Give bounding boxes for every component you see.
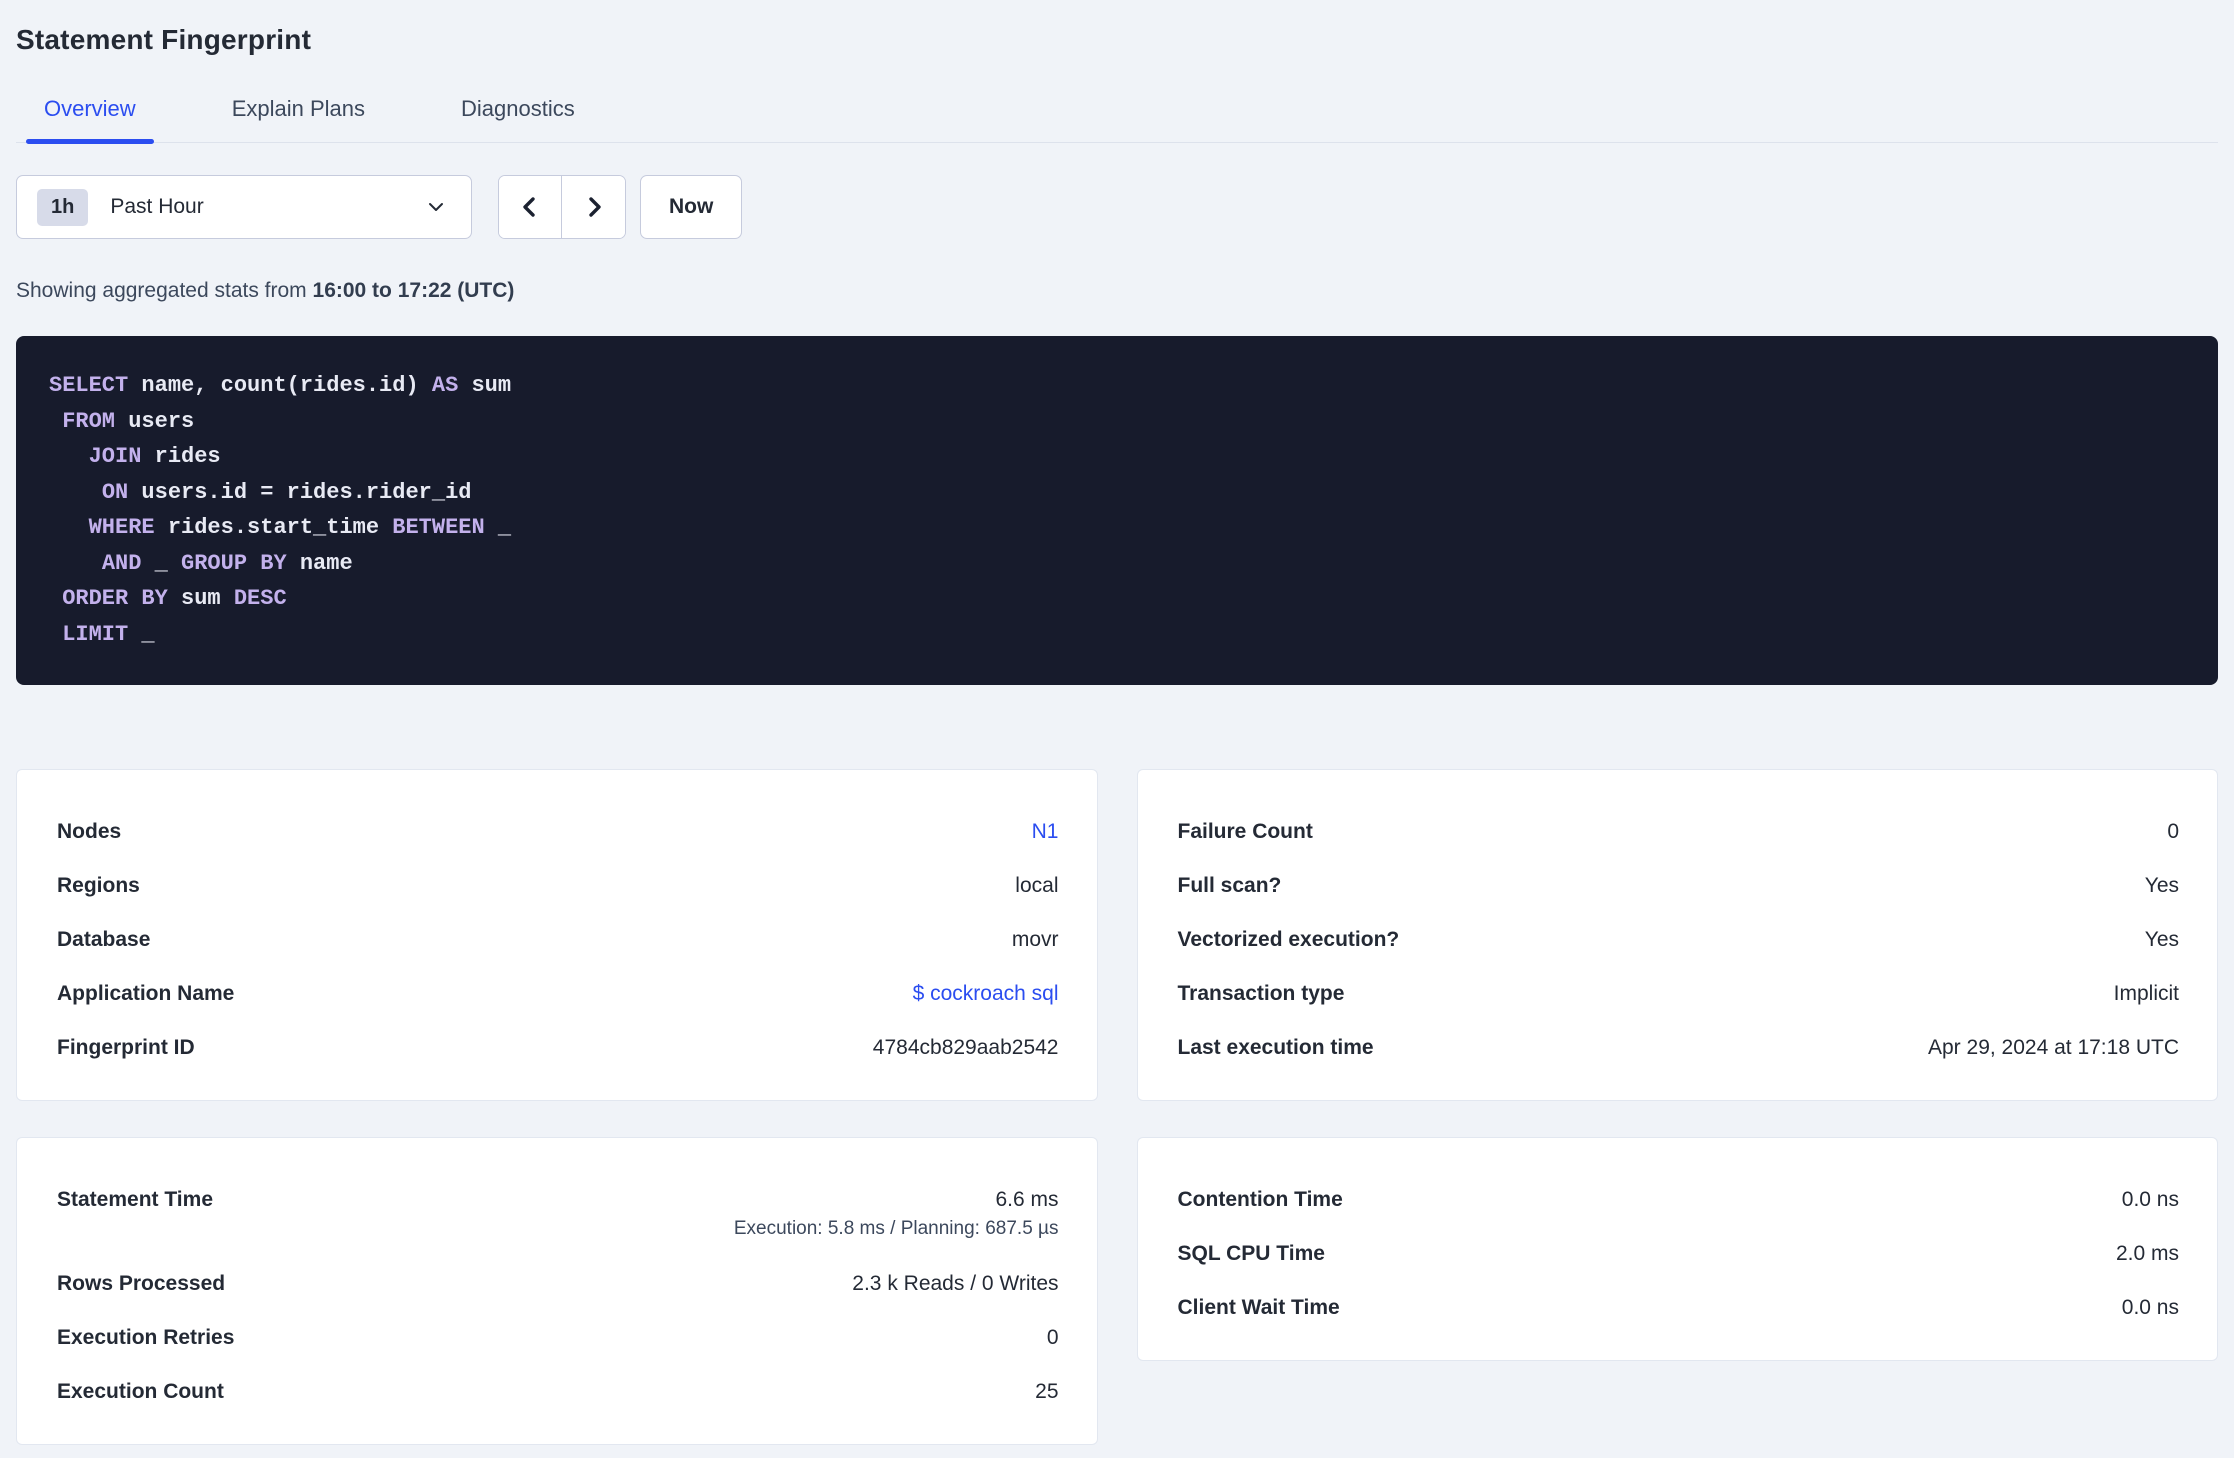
- tab-bar: Overview Explain Plans Diagnostics: [16, 96, 2218, 144]
- now-button[interactable]: Now: [640, 175, 743, 239]
- card-row: Transaction type Implicit: [1178, 982, 2180, 1006]
- row-value: local: [1015, 874, 1059, 897]
- row-value-link[interactable]: $ cockroach sql: [913, 982, 1059, 1006]
- time-range-arrows: [498, 175, 626, 239]
- tab-overview[interactable]: Overview: [26, 96, 154, 144]
- card-row: Client Wait Time 0.0 ns: [1178, 1296, 2180, 1320]
- tab-explain-plans[interactable]: Explain Plans: [214, 96, 383, 142]
- row-value: Yes: [2144, 928, 2179, 951]
- wait-time-card: Contention Time 0.0 ns SQL CPU Time 2.0 ms C…: [1136, 1137, 2218, 1361]
- card-row: Nodes N1: [57, 820, 1059, 844]
- row-value: 2.3 k Reads / 0 Writes: [852, 1272, 1059, 1295]
- caption-time-range: 16:00 to 17:22 (UTC): [312, 279, 515, 302]
- row-label: Regions: [57, 874, 140, 897]
- card-row: Rows Processed 2.3 k Reads / 0 Writes: [57, 1272, 1059, 1296]
- row-value: 25: [1035, 1380, 1059, 1403]
- card-row: Failure Count 0: [1178, 820, 2180, 844]
- row-value: 6.6 ms: [995, 1188, 1059, 1211]
- sql-line: JOIN rides: [88, 444, 221, 469]
- previous-time-range-button[interactable]: [499, 176, 562, 238]
- statement-fingerprint-page: Statement Fingerprint Overview Explain Pl…: [0, 0, 2234, 1458]
- row-value: 0.0 ns: [2121, 1296, 2179, 1319]
- row-label: Failure Count: [1177, 820, 1313, 843]
- row-label: Nodes: [57, 820, 122, 843]
- sql-line: ON users.id = rides.rider_id: [101, 479, 472, 505]
- row-value: 0.0 ns: [2121, 1188, 2179, 1211]
- row-label: Execution Retries: [57, 1326, 235, 1349]
- card-row: SQL CPU Time 2.0 ms: [1178, 1242, 2180, 1266]
- row-label: Contention Time: [1177, 1188, 1343, 1211]
- statement-details-card: Nodes N1 Regions local Database movr Applicati…: [16, 769, 1098, 1101]
- sql-line: AND _ GROUP BY name: [101, 550, 353, 576]
- sql-line: FROM users: [62, 408, 195, 434]
- row-value: 0: [2167, 820, 2179, 843]
- row-label: Execution Count: [57, 1380, 224, 1403]
- row-subvalue: Execution: 5.8 ms / Planning: 687.5 µs: [733, 1218, 1059, 1239]
- row-label: Vectorized execution?: [1177, 928, 1400, 951]
- next-time-range-button[interactable]: [562, 176, 625, 238]
- statement-timing-card: Statement Time 6.6 ms Execution: 5.8 ms / …: [16, 1137, 1098, 1445]
- row-label: Application Name: [57, 982, 235, 1005]
- time-interval-badge: 1h: [37, 188, 89, 226]
- card-row: Execution Count 25: [57, 1380, 1059, 1404]
- card-row: Regions local: [57, 874, 1059, 898]
- row-label: Statement Time: [57, 1188, 213, 1211]
- row-label: Fingerprint ID: [57, 1036, 195, 1059]
- row-value: Apr 29, 2024 at 17:18 UTC: [1928, 1036, 2179, 1059]
- row-label: Full scan?: [1177, 874, 1282, 897]
- row-label: Transaction type: [1177, 982, 1345, 1005]
- row-value: Yes: [2144, 874, 2179, 897]
- toolbar: 1h Past Hour Now: [16, 175, 2218, 239]
- chevron-right-icon: [582, 195, 606, 219]
- card-row: Fingerprint ID 4784cb829aab2542: [57, 1036, 1059, 1060]
- row-label: SQL CPU Time: [1177, 1242, 1325, 1265]
- card-row: Statement Time 6.6 ms Execution: 5.8 ms / …: [57, 1188, 1059, 1242]
- sql-line: ORDER BY sum DESC: [62, 586, 287, 611]
- card-row: Execution Retries 0: [57, 1326, 1059, 1350]
- sql-line: LIMIT _: [62, 621, 155, 647]
- time-range-dropdown[interactable]: 1h Past Hour: [16, 175, 472, 239]
- row-label: Rows Processed: [57, 1272, 226, 1295]
- card-row: Database movr: [57, 928, 1059, 952]
- card-row: Last execution time Apr 29, 2024 at 17:18…: [1178, 1036, 2180, 1060]
- chevron-down-icon: [425, 196, 447, 218]
- row-value: movr: [1011, 928, 1059, 951]
- aggregated-stats-caption: Showing aggregated stats from 16:00 to 1…: [16, 279, 2218, 303]
- card-row: Vectorized execution? Yes: [1178, 928, 2180, 952]
- page-title: Statement Fingerprint: [16, 24, 312, 55]
- card-row: Application Name $ cockroach sql: [57, 982, 1059, 1006]
- row-label: Last execution time: [1177, 1036, 1374, 1059]
- row-value: 2.0 ms: [2115, 1242, 2179, 1265]
- caption-prefix: Showing aggregated stats from: [16, 279, 313, 302]
- sql-statement: SELECT name, count(rides.id) AS sum FROM…: [16, 336, 2218, 685]
- row-label: Client Wait Time: [1177, 1296, 1340, 1319]
- sql-line: SELECT name, count(rides.id) AS sum: [49, 373, 512, 398]
- row-value-link[interactable]: N1: [1032, 820, 1059, 844]
- card-row: Contention Time 0.0 ns: [1178, 1188, 2180, 1212]
- tab-diagnostics[interactable]: Diagnostics: [443, 96, 593, 142]
- sql-line: WHERE rides.start_time BETWEEN _: [88, 515, 512, 540]
- card-row: Full scan? Yes: [1178, 874, 2180, 898]
- row-value: 0: [1046, 1326, 1059, 1349]
- chevron-left-icon: [518, 195, 542, 219]
- row-value: Implicit: [2113, 982, 2179, 1005]
- row-value: 4784cb829aab2542: [872, 1036, 1059, 1059]
- execution-attributes-card: Failure Count 0 Full scan? Yes Vectorized ex…: [1136, 769, 2218, 1101]
- time-range-label: Past Hour: [110, 195, 204, 218]
- row-label: Database: [57, 928, 151, 951]
